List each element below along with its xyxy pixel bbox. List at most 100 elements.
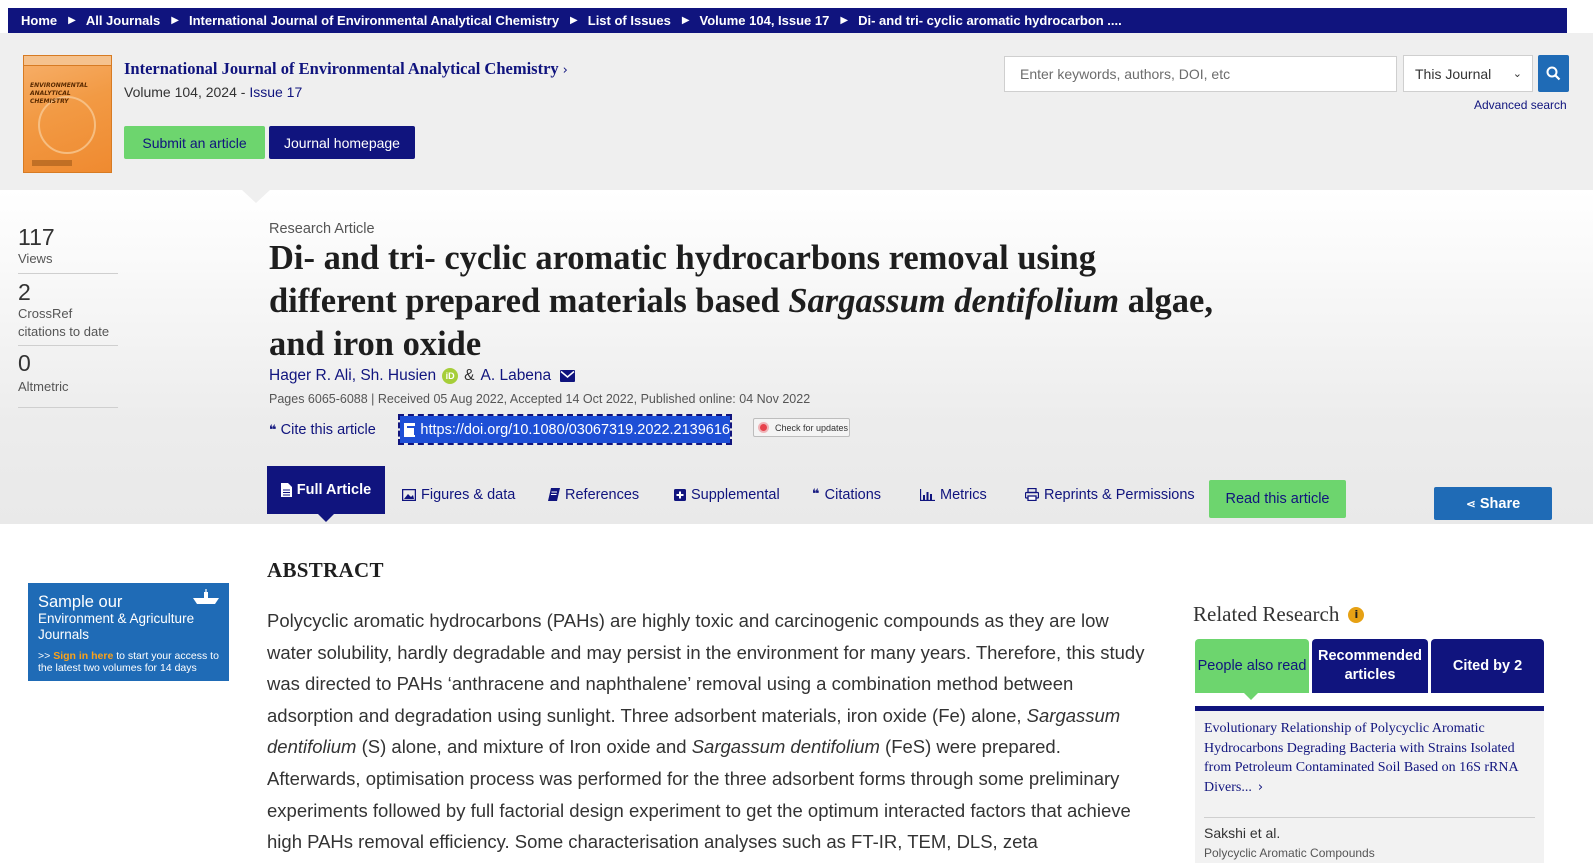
journal-promo-banner[interactable]: Sample our Environment & Agriculture Jou… [28,583,229,681]
tab-recommended-articles[interactable]: Recommended articles [1312,639,1428,693]
doi-url: https://doi.org/10.1080/03067319.2022.21… [420,421,730,438]
metric-crossref: 2 CrossRef citations to date [18,279,123,341]
tab-references[interactable]: References [548,466,639,523]
metric-divider [18,345,118,346]
breadcrumb-current-article: Di- and tri- cyclic aromatic hydrocarbon… [858,13,1122,28]
ship-icon [193,589,219,604]
related-tab-notch [1244,693,1258,700]
tab-label: Metrics [940,486,987,503]
info-icon[interactable]: i [1348,606,1365,623]
related-article-journal: Polycyclic Aromatic Compounds [1204,846,1375,860]
tab-reprints-permissions[interactable]: Reprints & Permissions [1025,466,1195,523]
volume-text: Volume 104, 2024 - [124,84,250,100]
metric-value: 117 [18,224,55,250]
tab-full-article[interactable]: Full Article [267,466,385,514]
cover-title-line: ENVIRONMENTAL [30,82,88,89]
breadcrumb-issue[interactable]: Volume 104, Issue 17 [700,13,830,28]
abstract-heading: ABSTRACT [267,558,384,582]
metric-views: 117 Views [18,224,118,268]
chevron-right-icon: › [562,63,568,78]
search-button[interactable] [1538,55,1569,92]
tab-figures-data[interactable]: Figures & data [402,466,515,523]
breadcrumb: Home ▶ All Journals ▶ International Jour… [8,8,1567,33]
related-article-authors: Sakshi et al. [1204,825,1281,841]
breadcrumb-arrow-icon: ▶ [840,15,849,26]
plus-square-icon [674,488,686,501]
breadcrumb-arrow-icon: ▶ [681,15,690,26]
tab-supplemental[interactable]: Supplemental [674,466,780,523]
search-scope-select[interactable]: This Journal ⌄ [1403,55,1533,92]
author-list: Hager R. Ali, Sh. Husien iD & A. Labena [269,367,576,385]
journal-title-link[interactable]: International Journal of Environmental A… [124,59,568,79]
related-item-divider [1204,817,1535,818]
tab-people-also-read[interactable]: People also read [1195,639,1309,693]
abstract-text: Polycyclic aromatic hydrocarbons (PAHs) … [267,605,1152,858]
cover-title-line: ANALYTICAL [30,90,71,97]
volume-line: Volume 104, 2024 - Issue 17 [124,84,302,100]
print-icon [1025,488,1039,501]
share-label: Share [1479,495,1521,512]
tab-label: Full Article [296,482,372,498]
chevron-down-icon: ⌄ [1512,68,1522,80]
orcid-icon[interactable]: iD [442,368,459,384]
metric-label: CrossRef citations to date [18,306,110,339]
promo-text: >> Sign in here to start your access to … [38,650,229,674]
share-button[interactable]: ⋖ Share [1434,487,1552,520]
tab-metrics[interactable]: Metrics [920,466,987,523]
search-input[interactable] [1004,56,1397,92]
document-icon [280,483,292,497]
tab-label: Figures & data [421,486,516,503]
author-link[interactable]: Hager R. Ali [269,367,352,385]
promo-sign-in-link[interactable]: Sign in here [53,650,113,662]
advanced-search-link[interactable]: Advanced search [1474,98,1567,112]
metric-label: Views [18,251,53,266]
bar-chart-icon [920,488,935,501]
header-notch [242,190,270,203]
tab-label: References [565,486,640,503]
journal-homepage-button[interactable]: Journal homepage [269,126,415,159]
read-this-article-button[interactable]: Read this article [1209,480,1346,518]
breadcrumb-all-journals[interactable]: All Journals [86,13,160,28]
breadcrumb-list-of-issues[interactable]: List of Issues [588,13,671,28]
cover-title-line: CHEMISTRY [30,98,69,105]
quote-icon: ❝ [269,423,277,438]
journal-cover-image[interactable]: ENVIRONMENTAL ANALYTICAL CHEMISTRY [23,55,112,173]
external-link-icon [404,422,417,437]
tab-label: Reprints & Permissions [1044,486,1195,503]
tab-label: Supplemental [691,486,780,503]
metric-value: 2 [18,279,31,305]
metric-divider [18,273,118,274]
cover-title: ENVIRONMENTAL ANALYTICAL CHEMISTRY [30,82,88,106]
promo-prefix: >> [38,650,54,662]
quote-icon: ❝ [812,487,820,502]
related-research-heading: Related Research i [1193,602,1365,627]
chevron-right-icon: › [1257,779,1264,795]
breadcrumb-journal[interactable]: International Journal of Environmental A… [189,13,559,28]
tab-cited-by[interactable]: Cited by 2 [1431,639,1544,693]
check-for-updates-button[interactable]: Check for updates [753,418,850,437]
tab-label: Citations [824,486,882,503]
author-link[interactable]: Sh. Husien [360,367,436,385]
tab-citations[interactable]: ❝ Citations [812,466,881,523]
publication-history: Pages 6065-6088 | Received 05 Aug 2022, … [269,392,811,406]
search-scope-value: This Journal [1415,65,1492,82]
doi-link[interactable]: https://doi.org/10.1080/03067319.2022.21… [398,414,732,445]
metric-divider [18,407,118,408]
cite-article-link[interactable]: ❝ Cite this article [269,422,376,438]
cover-publisher-logo [32,160,72,166]
author-separator: & [464,367,475,384]
cover-top-band [24,56,111,66]
submit-article-button[interactable]: Submit an article [124,126,265,159]
breadcrumb-arrow-icon: ▶ [570,15,578,26]
metric-value: 0 [18,350,31,376]
breadcrumb-home[interactable]: Home [21,13,57,28]
metric-altmetric[interactable]: 0 Altmetric [18,350,118,396]
share-icon: ⋖ [1465,496,1476,511]
cite-label: Cite this article [280,422,376,438]
abstract-part: Polycyclic aromatic hydrocarbons (PAHs) … [267,610,1145,726]
issue-link[interactable]: Issue 17 [249,84,302,100]
author-link[interactable]: A. Labena [481,367,552,385]
breadcrumb-arrow-icon: ▶ [68,15,76,26]
related-article-link[interactable]: Evolutionary Relationship of Polycyclic … [1204,719,1540,797]
envelope-icon[interactable] [560,370,576,382]
